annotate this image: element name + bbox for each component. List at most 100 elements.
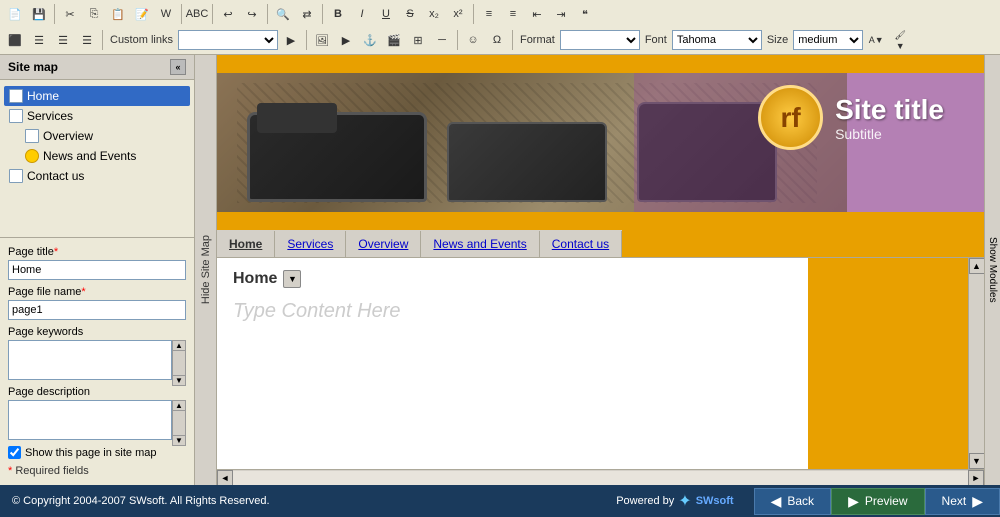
keywords-textarea[interactable]: [8, 340, 172, 380]
tree-area: Home Services Overview News and Events: [0, 80, 194, 237]
indent-btn[interactable]: ⇥: [550, 3, 572, 25]
content-dropdown-btn[interactable]: ▼: [283, 270, 301, 288]
save-btn[interactable]: 💾: [28, 3, 50, 25]
image-btn[interactable]: 🖼: [311, 29, 333, 51]
show-modules-panel[interactable]: Show Modules: [984, 55, 1000, 485]
hide-sitemap-panel[interactable]: Hide Site Map: [195, 55, 217, 485]
footer-copyright: © Copyright 2004-2007 SWsoft. All Rights…: [0, 495, 596, 507]
nav-item-home[interactable]: Home: [217, 231, 275, 257]
keywords-wrap: ▲ ▼: [8, 340, 186, 386]
italic-btn[interactable]: I: [351, 3, 373, 25]
spell-btn[interactable]: ABC: [186, 3, 208, 25]
align-center-btn[interactable]: ☰: [28, 29, 50, 51]
replace-btn[interactable]: ⇄: [296, 3, 318, 25]
copy-btn[interactable]: ⎘: [83, 3, 105, 25]
nav-item-contact[interactable]: Contact us: [540, 231, 622, 257]
site-logo: rf: [758, 85, 823, 150]
char-btn[interactable]: Ω: [486, 29, 508, 51]
tree-label-home: Home: [27, 89, 59, 103]
page-filename-input[interactable]: [8, 300, 186, 320]
sep10: [512, 30, 513, 50]
insert-btn[interactable]: ▶: [280, 29, 302, 51]
bold-btn[interactable]: B: [327, 3, 349, 25]
search-btn[interactable]: 🔍: [272, 3, 294, 25]
superscript-btn[interactable]: x²: [447, 3, 469, 25]
nav-item-services[interactable]: Services: [275, 231, 346, 257]
cut-btn[interactable]: ✂: [59, 3, 81, 25]
right-side: [808, 258, 968, 469]
nav-item-news[interactable]: News and Events: [421, 231, 539, 257]
scroll-up-arrow[interactable]: ▲: [969, 258, 985, 274]
desc-scroll-up[interactable]: ▲: [173, 401, 185, 411]
new-btn[interactable]: 📄: [4, 3, 26, 25]
show-modules-label: Show Modules: [987, 237, 998, 303]
page-title-input[interactable]: [8, 260, 186, 280]
page-props: Page title* Page file name* Page keyword…: [0, 237, 194, 485]
toolbar-row-2: ⬛ ☰ ☰ ☰ Custom links ▶ 🖼 ▶ ⚓ 🎬 ⊞ ─ ☺ Ω F…: [2, 28, 998, 52]
format-select[interactable]: [560, 30, 640, 50]
align-right-btn[interactable]: ☰: [52, 29, 74, 51]
emotion-btn[interactable]: ☺: [462, 29, 484, 51]
format-label: Format: [517, 34, 558, 46]
scroll-left-arrow[interactable]: ◄: [217, 470, 233, 486]
content-area: rf Site title Subtitle Home Services: [217, 55, 984, 485]
link-btn[interactable]: ⚓: [359, 29, 381, 51]
paste-word-btn[interactable]: W: [155, 3, 177, 25]
tree-item-contact[interactable]: Contact us: [4, 166, 190, 186]
paste-text-btn[interactable]: 📝: [131, 3, 153, 25]
next-button[interactable]: Next ▶: [925, 488, 1000, 515]
h-scroll-track[interactable]: [233, 471, 968, 485]
undo-btn[interactable]: ↩: [217, 3, 239, 25]
blockquote-btn[interactable]: ❝: [574, 3, 596, 25]
text-color-btn[interactable]: A▼: [865, 29, 887, 51]
scroll-down-arrow[interactable]: ▼: [969, 453, 985, 469]
nav-item-overview[interactable]: Overview: [346, 231, 421, 257]
site-title-block: Site title Subtitle: [835, 94, 944, 142]
align-left-btn[interactable]: ⬛: [4, 29, 26, 51]
ul-btn[interactable]: ≡: [502, 3, 524, 25]
required-star-icon: *: [8, 465, 12, 477]
media-btn[interactable]: 🎬: [383, 29, 405, 51]
size-select[interactable]: medium: [793, 30, 863, 50]
paste-btn[interactable]: 📋: [107, 3, 129, 25]
keywords-scroll-up[interactable]: ▲: [173, 341, 185, 351]
flash-btn[interactable]: ▶: [335, 29, 357, 51]
tree-item-news[interactable]: News and Events: [20, 146, 190, 166]
underline-btn[interactable]: U: [375, 3, 397, 25]
tree-item-home[interactable]: Home: [4, 86, 190, 106]
tree-label-news: News and Events: [43, 149, 136, 163]
site-title: Site title: [835, 94, 944, 126]
align-justify-btn[interactable]: ☰: [76, 29, 98, 51]
back-button[interactable]: ◀ Back: [754, 488, 831, 515]
font-select[interactable]: Tahoma: [672, 30, 762, 50]
toolbar-row-1: 📄 💾 ✂ ⎘ 📋 📝 W ABC ↩ ↪ 🔍 ⇄ B I U S x₂ x² …: [2, 2, 998, 26]
keywords-scroll-down[interactable]: ▼: [173, 375, 185, 385]
type-content-placeholder[interactable]: Type Content Here: [233, 300, 792, 323]
show-sitemap-checkbox[interactable]: [8, 446, 21, 459]
strikethrough-btn[interactable]: S: [399, 3, 421, 25]
preview-button[interactable]: ▶ Preview: [831, 488, 924, 515]
site-header: rf Site title Subtitle: [217, 55, 984, 230]
toolbar: 📄 💾 ✂ ⎘ 📋 📝 W ABC ↩ ↪ 🔍 ⇄ B I U S x₂ x² …: [0, 0, 1000, 55]
subscript-btn[interactable]: x₂: [423, 3, 445, 25]
show-sitemap-row: Show this page in site map: [8, 446, 186, 459]
redo-btn[interactable]: ↪: [241, 3, 263, 25]
collapse-btn[interactable]: «: [170, 59, 186, 75]
bg-color-btn[interactable]: 🖌▼: [889, 29, 911, 51]
content-page-title: Home: [233, 270, 277, 288]
hr-btn[interactable]: ─: [431, 29, 453, 51]
scroll-right-arrow[interactable]: ►: [968, 470, 984, 486]
sep5: [322, 4, 323, 24]
tree-item-overview[interactable]: Overview: [20, 126, 190, 146]
site-subtitle: Subtitle: [835, 126, 944, 142]
custom-links-select[interactable]: [178, 30, 278, 50]
desc-scroll-down[interactable]: ▼: [173, 435, 185, 445]
outdent-btn[interactable]: ⇤: [526, 3, 548, 25]
footer-nav: ◀ Back ▶ Preview Next ▶: [754, 488, 1000, 515]
tree-label-contact: Contact us: [27, 169, 84, 183]
ol-btn[interactable]: ≡: [478, 3, 500, 25]
table-btn[interactable]: ⊞: [407, 29, 429, 51]
description-textarea[interactable]: [8, 400, 172, 440]
tree-item-services[interactable]: Services: [4, 106, 190, 126]
description-scrollbar: ▲ ▼: [172, 400, 186, 446]
